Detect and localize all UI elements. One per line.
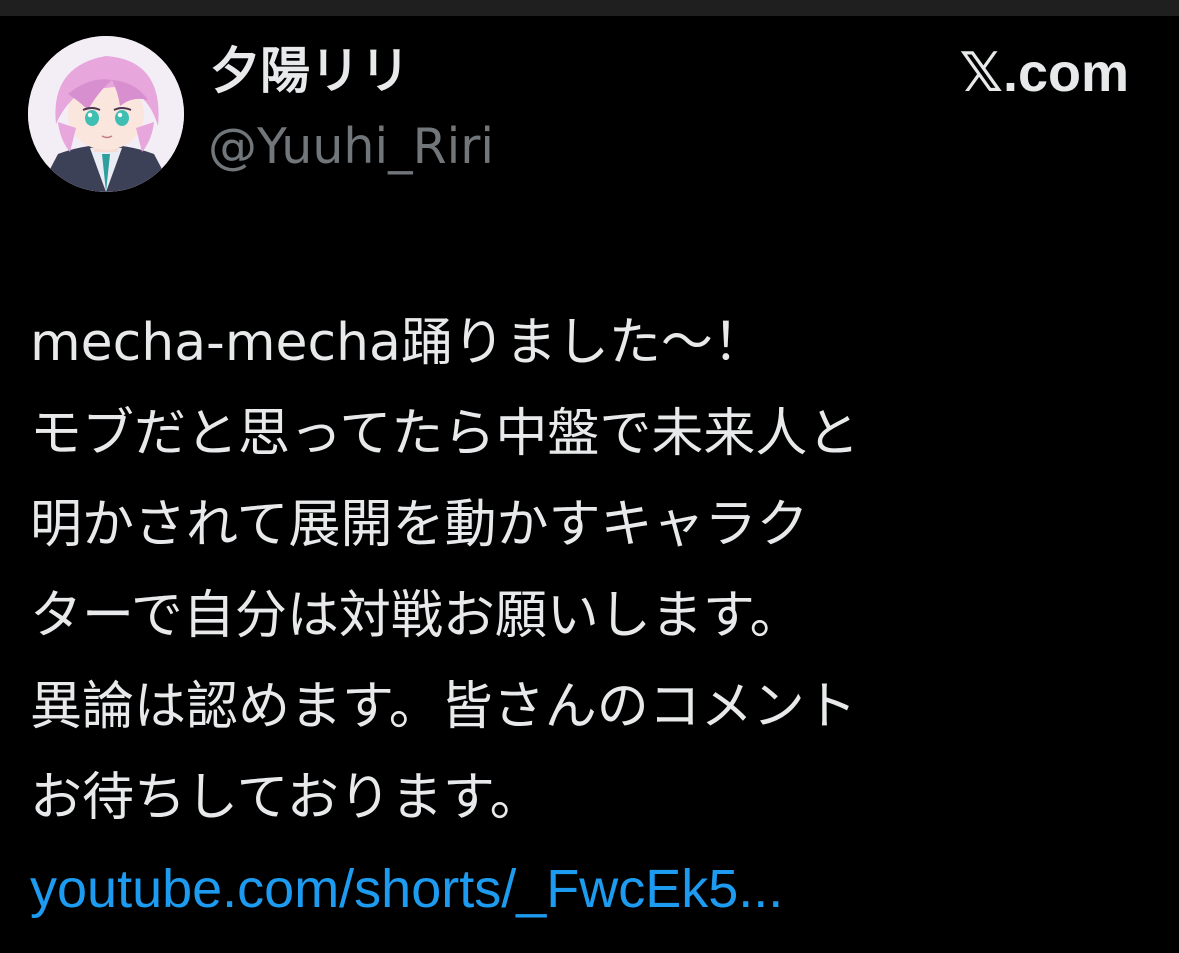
post-text-line: 異論は認めます。皆さんのコメント: [30, 677, 857, 737]
post-card: 夕陽リリ @Yuuhi_Riri 𝕏 .com mecha-mecha踊りました…: [0, 16, 1179, 953]
x-logo-icon: 𝕏: [959, 41, 1003, 104]
youtube-shorts-link[interactable]: youtube.com/shorts/_FwcEk5...: [30, 844, 1150, 935]
post-text-line: お待ちしております。: [30, 768, 542, 828]
avatar-illustration: [28, 36, 184, 192]
top-edge-strip: [0, 0, 1179, 16]
post-text-line: 明かされて展開を動かすキャラク: [30, 495, 809, 555]
author-display-name[interactable]: 夕陽リリ: [210, 46, 410, 96]
post-text-line: mecha-mecha踊りました～！: [30, 313, 765, 373]
avatar[interactable]: [28, 36, 184, 192]
post-text-line: モブだと思ってたら中盤で未来人と: [30, 404, 860, 464]
post-text-line: ターで自分は対戦お願いします。: [30, 586, 802, 646]
site-domain-suffix: .com: [1002, 43, 1129, 103]
post-body: mecha-mecha踊りました～！ モブだと思ってたら中盤で未来人と 明かされ…: [30, 298, 1150, 935]
author-handle[interactable]: @Yuuhi_Riri: [208, 122, 494, 171]
site-label: 𝕏 .com: [959, 41, 1129, 104]
